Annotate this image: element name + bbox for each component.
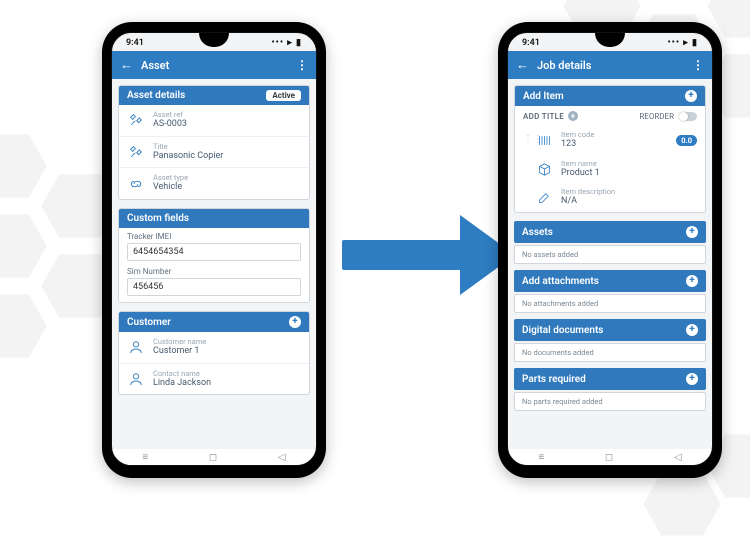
toggle-icon bbox=[679, 112, 697, 121]
add-customer-icon[interactable]: + bbox=[289, 316, 301, 328]
status-icons: ••• ▸ ▮ bbox=[667, 38, 698, 48]
panel-title: Custom fields bbox=[127, 213, 189, 224]
plus-icon: + bbox=[686, 226, 698, 238]
panel-header-custom-fields[interactable]: Custom fields bbox=[119, 209, 309, 228]
appbar-title: Job details bbox=[537, 59, 591, 72]
empty-attachments: No attachments added bbox=[514, 294, 706, 313]
status-time: 9:41 bbox=[522, 38, 540, 48]
back-icon[interactable]: ← bbox=[516, 57, 529, 73]
panel-customer: Customer + Customer nameCustomer 1 Conta… bbox=[118, 311, 310, 395]
android-nav-bar: ≡ ◻ ◁ bbox=[112, 449, 316, 465]
nav-home-icon[interactable]: ◻ bbox=[209, 452, 217, 463]
status-badge: Active bbox=[266, 90, 301, 101]
qty-pill: 0.0 bbox=[676, 135, 697, 146]
row-asset-ref[interactable]: Asset refAS-0003 bbox=[119, 105, 309, 136]
panel-header-customer[interactable]: Customer + bbox=[119, 312, 309, 332]
section-assets[interactable]: Assets+ bbox=[514, 221, 706, 243]
panel-asset-details: Asset details Active Asset refAS-0003 Ti… bbox=[118, 85, 310, 200]
kebab-menu-icon[interactable]: ⋮ bbox=[692, 58, 704, 72]
nav-home-icon[interactable]: ◻ bbox=[605, 452, 613, 463]
item-row-code[interactable]: ⋮⋮ Item code123 0.0 bbox=[515, 126, 705, 155]
section-attachments[interactable]: Add attachments+ bbox=[514, 270, 706, 292]
drag-handle-icon[interactable]: ⋮⋮ bbox=[523, 135, 529, 145]
row-asset-type[interactable]: Asset typeVehicle bbox=[119, 167, 309, 199]
nav-recent-icon[interactable]: ≡ bbox=[538, 452, 544, 463]
phone-asset: 9:41 ••• ▸ ▮ ← Asset ⋮ Asset details Act… bbox=[102, 22, 326, 478]
section-documents[interactable]: Digital documents+ bbox=[514, 319, 706, 341]
field-tracker-imei: Tracker IMEI 6454654354 bbox=[119, 228, 309, 263]
user-icon bbox=[127, 370, 145, 388]
appbar-title: Asset bbox=[141, 59, 169, 72]
plus-icon: + bbox=[686, 373, 698, 385]
panel-custom-fields: Custom fields Tracker IMEI 6454654354 Si… bbox=[118, 208, 310, 303]
add-title-plus-icon: + bbox=[568, 111, 578, 121]
panel-title: Add Item bbox=[523, 91, 564, 102]
appbar-asset: ← Asset ⋮ bbox=[112, 51, 316, 79]
box-icon bbox=[535, 160, 553, 178]
empty-documents: No documents added bbox=[514, 343, 706, 362]
empty-parts: No parts required added bbox=[514, 392, 706, 411]
panel-title: Asset details bbox=[127, 90, 185, 101]
sim-number-input[interactable]: 456456 bbox=[127, 278, 301, 296]
row-asset-title[interactable]: TitlePanasonic Copier bbox=[119, 136, 309, 168]
nav-recent-icon[interactable]: ≡ bbox=[142, 452, 148, 463]
panel-add-item: Add Item + ADD TITLE + REORDER ⋮⋮ bbox=[514, 85, 706, 213]
section-parts[interactable]: Parts required+ bbox=[514, 368, 706, 390]
plus-icon: + bbox=[686, 275, 698, 287]
item-row-name[interactable]: ⋮⋮ Item nameProduct 1 bbox=[515, 155, 705, 184]
empty-assets: No assets added bbox=[514, 245, 706, 264]
row-customer-name[interactable]: Customer nameCustomer 1 bbox=[119, 332, 309, 363]
panel-header-asset-details[interactable]: Asset details Active bbox=[119, 86, 309, 105]
kebab-menu-icon[interactable]: ⋮ bbox=[296, 58, 308, 72]
barcode-icon bbox=[535, 131, 553, 149]
row-contact-name[interactable]: Contact nameLinda Jackson bbox=[119, 363, 309, 395]
plus-icon: + bbox=[686, 324, 698, 336]
field-sim-number: Sim Number 456456 bbox=[119, 263, 309, 302]
tools-icon bbox=[127, 111, 145, 129]
panel-header-add-item[interactable]: Add Item + bbox=[515, 86, 705, 106]
add-title-button[interactable]: ADD TITLE + bbox=[523, 111, 578, 121]
add-item-toolbar: ADD TITLE + REORDER bbox=[515, 106, 705, 126]
status-time: 9:41 bbox=[126, 38, 144, 48]
phone-job-details: 9:41 ••• ▸ ▮ ← Job details ⋮ Add Item + … bbox=[498, 22, 722, 478]
back-icon[interactable]: ← bbox=[120, 57, 133, 73]
user-icon bbox=[127, 338, 145, 356]
reorder-toggle[interactable]: REORDER bbox=[639, 112, 697, 121]
panel-title: Customer bbox=[127, 317, 171, 328]
android-nav-bar: ≡ ◻ ◁ bbox=[508, 449, 712, 465]
item-row-desc[interactable]: ⋮⋮ Item descriptionN/A bbox=[515, 183, 705, 212]
edit-icon bbox=[535, 189, 553, 207]
nav-back-icon[interactable]: ◁ bbox=[278, 452, 286, 463]
tracker-imei-input[interactable]: 6454654354 bbox=[127, 243, 301, 261]
link-icon bbox=[127, 175, 145, 193]
tools-icon bbox=[127, 143, 145, 161]
nav-back-icon[interactable]: ◁ bbox=[674, 452, 682, 463]
status-icons: ••• ▸ ▮ bbox=[271, 38, 302, 48]
add-item-icon[interactable]: + bbox=[685, 90, 697, 102]
appbar-job-details: ← Job details ⋮ bbox=[508, 51, 712, 79]
